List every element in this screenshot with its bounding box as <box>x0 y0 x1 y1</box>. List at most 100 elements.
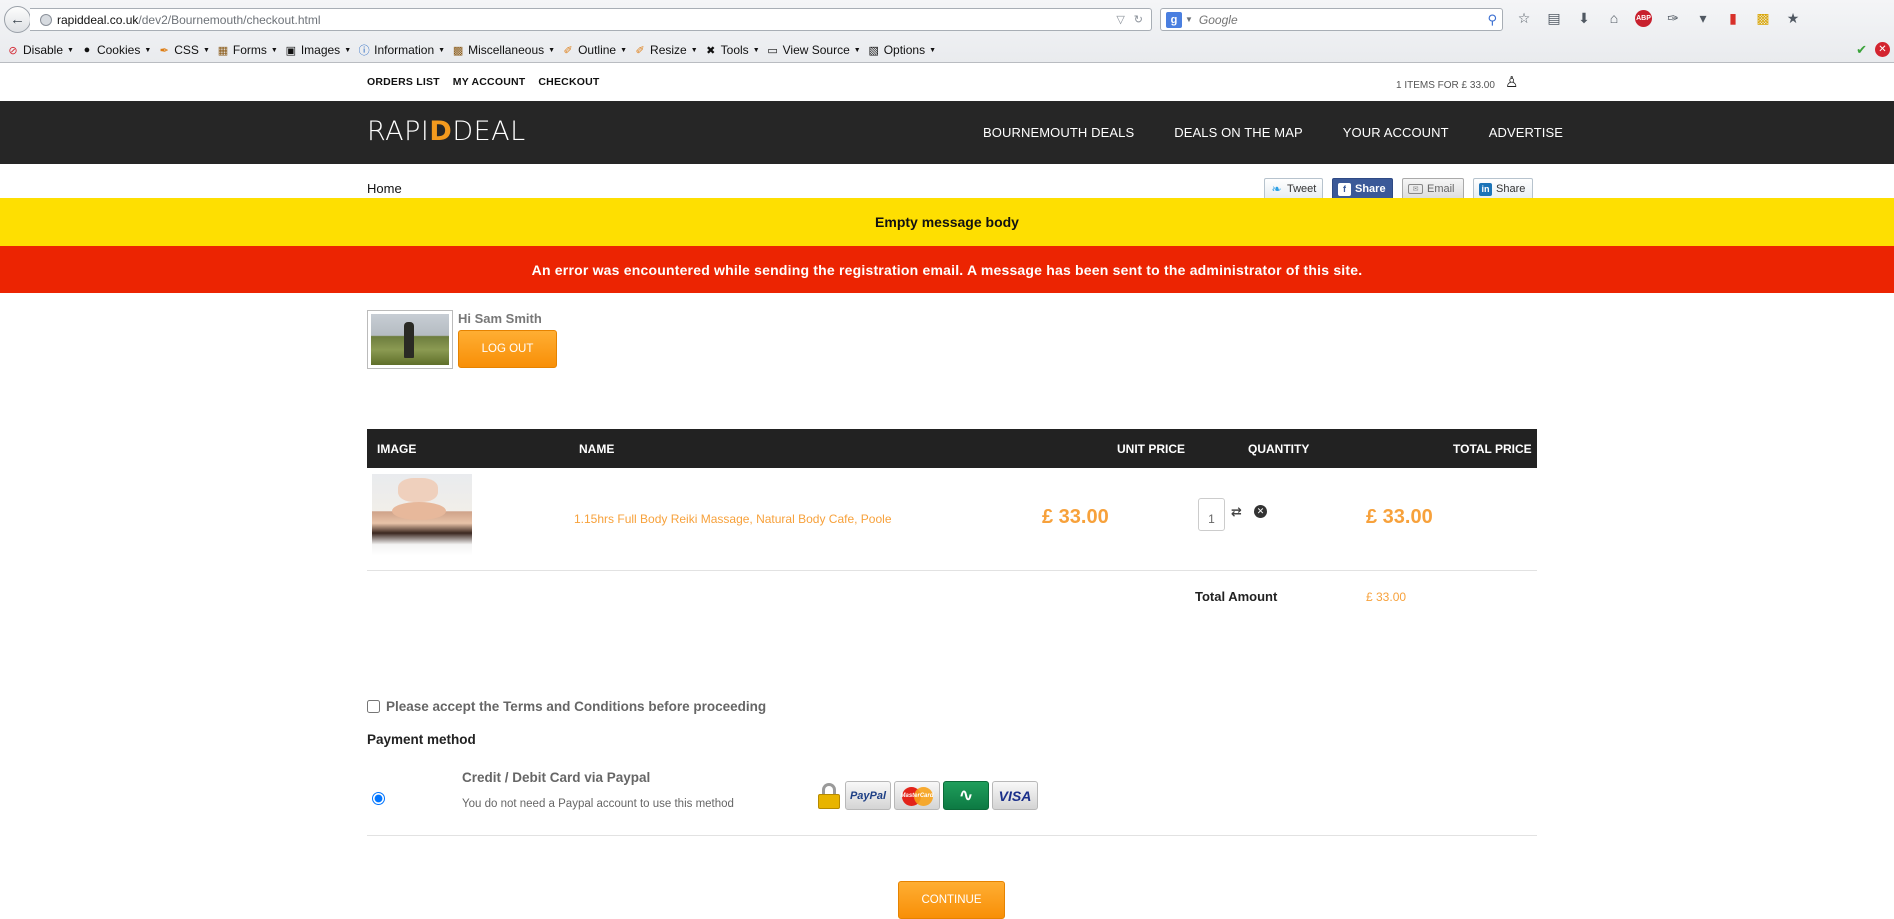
bug-icon[interactable]: ★ <box>1784 9 1802 27</box>
user-greeting: Hi Sam Smith <box>458 311 542 326</box>
cart-summary[interactable]: 1 ITEMS FOR £ 33.00 ♙ <box>1396 73 1518 94</box>
browser-chrome: ← rapiddeal.co.uk/dev2/Bournemouth/check… <box>0 0 1894 63</box>
continue-button[interactable]: CONTINUE <box>898 881 1005 919</box>
adblock-icon[interactable]: ABP <box>1635 9 1652 27</box>
paypal-radio[interactable] <box>372 792 385 805</box>
nav-bournemouth-deals[interactable]: BOURNEMOUTH DEALS <box>983 125 1134 140</box>
terms-checkbox[interactable] <box>367 700 380 713</box>
cookies-icon: ● <box>83 44 91 56</box>
dev-disable-menu[interactable]: ⊘ Disable ▼ <box>6 43 74 57</box>
site-logo[interactable]: RAPI D DEAL <box>367 115 526 147</box>
payment-method-title: Payment method <box>367 732 476 747</box>
images-icon: ▣ <box>285 44 297 57</box>
google-engine-icon[interactable]: g <box>1166 11 1182 28</box>
history-dropdown-icon[interactable]: ▽ <box>1116 13 1124 26</box>
row-total-price: £ 33.00 <box>1366 506 1433 528</box>
dev-forms-menu[interactable]: ▦ Forms ▼ <box>216 43 278 57</box>
avatar-image <box>371 314 449 365</box>
col-unit-price: UNIT PRICE <box>1117 442 1186 456</box>
dev-css-menu[interactable]: ✒ CSS ▼ <box>157 43 210 57</box>
download-icon[interactable]: ⬇ <box>1575 9 1593 27</box>
back-arrow-icon[interactable]: ← <box>4 6 31 33</box>
reload-icon[interactable]: ↻ <box>1134 13 1143 26</box>
search-icon[interactable]: ⚲ <box>1487 12 1502 28</box>
basket-icon[interactable]: ♙ <box>1505 73 1518 91</box>
toolbar-dropdown-icon[interactable]: ▾ <box>1694 9 1712 27</box>
outline-icon: ✐ <box>563 44 573 57</box>
bookmarks-list-icon[interactable]: ▤ <box>1545 9 1563 27</box>
css-icon: ✒ <box>159 44 169 57</box>
refresh-quantity-icon[interactable]: ⇄ <box>1231 504 1242 520</box>
top-bar: ORDERS LIST MY ACCOUNT CHECKOUT 1 ITEMS … <box>0 63 1894 101</box>
padlock-icon <box>818 782 840 809</box>
dev-menu-label: Miscellaneous <box>468 43 545 57</box>
facebook-share-button[interactable]: f Share <box>1332 178 1393 200</box>
product-name-link[interactable]: 1.15hrs Full Body Reiki Massage, Natural… <box>574 512 892 526</box>
search-input[interactable] <box>1198 12 1488 27</box>
nav-your-account[interactable]: YOUR ACCOUNT <box>1343 125 1449 140</box>
payment-method-row: Credit / Debit Card via Paypal You do no… <box>367 763 1537 836</box>
breadcrumb-row: Home ❧ Tweet f Share ✉ Email in Share <box>0 164 1894 200</box>
dev-menu-label: Forms <box>232 43 267 57</box>
home-icon[interactable]: ⌂ <box>1605 9 1623 27</box>
checkout-link[interactable]: CHECKOUT <box>538 76 599 88</box>
dev-menu-label: Cookies <box>96 43 141 57</box>
dev-status: ✔ ✕ <box>1856 42 1890 58</box>
orders-list-link[interactable]: ORDERS LIST <box>367 76 440 88</box>
cart-table: IMAGE NAME UNIT PRICE QUANTITY TOTAL PRI… <box>367 429 1537 619</box>
nav-deals-on-the-map[interactable]: DEALS ON THE MAP <box>1174 125 1303 140</box>
search-bar[interactable]: g ▼ ⚲ <box>1160 8 1503 31</box>
user-panel: Hi Sam Smith LOG OUT <box>367 310 557 369</box>
linkedin-share-button[interactable]: in Share <box>1473 178 1533 200</box>
total-row: Total Amount £ 33.00 <box>367 571 1537 619</box>
engine-dropdown-icon[interactable]: ▼ <box>1185 15 1193 24</box>
phone-icon[interactable]: ▮ <box>1724 9 1742 27</box>
main-nav: BOURNEMOUTH DEALS DEALS ON THE MAP YOUR … <box>983 125 1563 140</box>
ruler-icon[interactable]: ▩ <box>1754 9 1772 27</box>
web-page: ORDERS LIST MY ACCOUNT CHECKOUT 1 ITEMS … <box>0 63 1894 919</box>
logo-mark-icon: D <box>429 115 453 147</box>
checkmark-icon[interactable]: ✔ <box>1856 42 1867 58</box>
mastercard-logo: MasterCard <box>894 781 940 810</box>
facebook-icon: f <box>1338 182 1351 196</box>
breadcrumb[interactable]: Home <box>367 181 402 196</box>
user-info: Hi Sam Smith LOG OUT <box>458 310 557 369</box>
terms-row[interactable]: Please accept the Terms and Conditions b… <box>367 699 766 714</box>
site-identity-icon[interactable] <box>40 13 52 26</box>
dev-options-menu[interactable]: ▧ Options ▼ <box>867 43 937 57</box>
dev-cookies-menu[interactable]: ● Cookies ▼ <box>80 43 152 57</box>
dev-information-menu[interactable]: ⓘ Information ▼ <box>357 43 445 57</box>
my-account-link[interactable]: MY ACCOUNT <box>453 76 526 88</box>
email-share-button[interactable]: ✉ Email <box>1402 178 1464 200</box>
nav-advertise[interactable]: ADVERTISE <box>1489 125 1563 140</box>
linkedin-icon: in <box>1479 182 1492 196</box>
dev-resize-menu[interactable]: ✐ Resize ▼ <box>633 43 697 57</box>
warning-message: Empty message body <box>0 198 1894 246</box>
remove-item-icon[interactable]: ✕ <box>1254 505 1267 518</box>
dev-menu-label: Disable <box>23 43 64 57</box>
resize-icon: ✐ <box>635 44 645 57</box>
quantity-input[interactable] <box>1198 498 1225 531</box>
dev-menu-label: Images <box>300 43 341 57</box>
browser-toolbar-icons: ☆ ▤ ⬇ ⌂ ABP ✑ ▾ ▮ ▩ ★ <box>1515 9 1802 27</box>
product-image[interactable] <box>372 474 472 556</box>
address-bar[interactable]: rapiddeal.co.uk/dev2/Bournemouth/checkou… <box>30 8 1152 31</box>
dev-outline-menu[interactable]: ✐ Outline ▼ <box>561 43 627 57</box>
error-icon[interactable]: ✕ <box>1875 42 1890 57</box>
dev-miscellaneous-menu[interactable]: ▩ Miscellaneous ▼ <box>451 43 555 57</box>
dev-images-menu[interactable]: ▣ Images ▼ <box>284 43 352 57</box>
view-source-icon: ▭ <box>767 44 778 57</box>
dev-view-source-menu[interactable]: ▭ View Source ▼ <box>766 43 860 57</box>
dev-menu-label: Tools <box>720 43 749 57</box>
url-tools: ▽ ↻ <box>1116 13 1151 26</box>
information-icon: ⓘ <box>358 45 370 57</box>
twitter-icon: ❧ <box>1271 182 1282 196</box>
share-buttons: ❧ Tweet f Share ✉ Email in Share <box>1264 178 1533 200</box>
eyedropper-icon[interactable]: ✑ <box>1664 9 1682 27</box>
dev-tools-menu[interactable]: ✖ Tools ▼ <box>704 43 760 57</box>
logout-button[interactable]: LOG OUT <box>458 330 557 368</box>
bookmark-star-icon[interactable]: ☆ <box>1515 9 1533 27</box>
tweet-button[interactable]: ❧ Tweet <box>1264 178 1323 200</box>
avatar <box>367 310 453 369</box>
dev-menu-label: View Source <box>782 43 850 57</box>
